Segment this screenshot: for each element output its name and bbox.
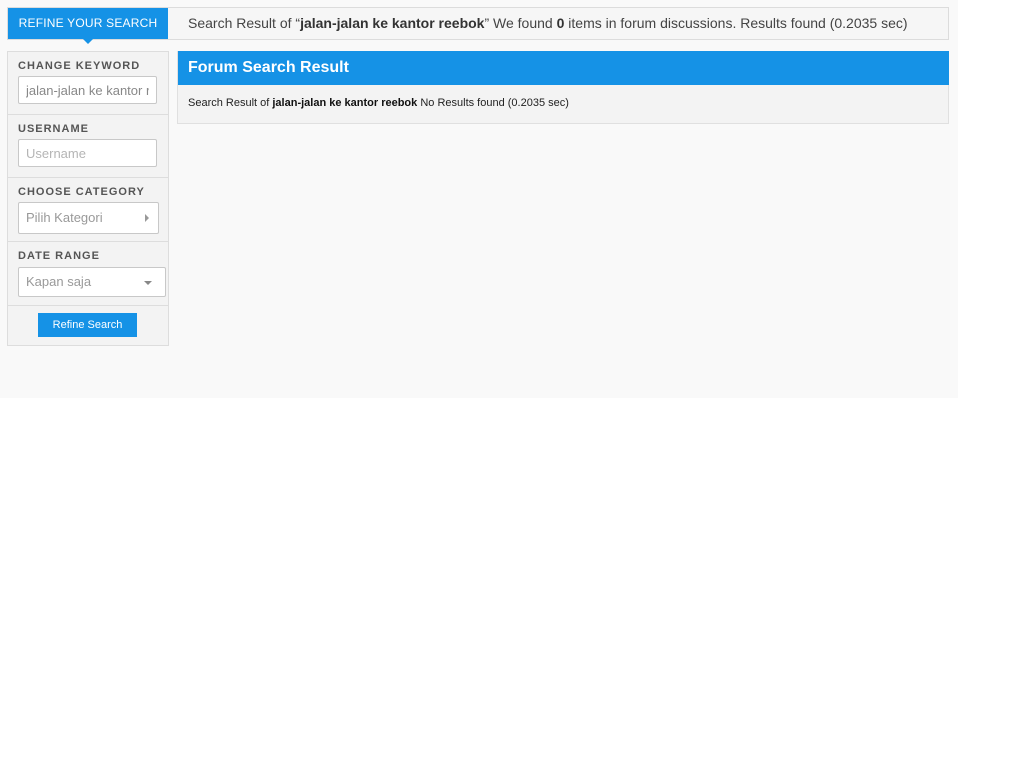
results-prefix: Search Result of [188, 97, 273, 109]
date-range-label: DATE RANGE [18, 250, 100, 262]
results-status-line: Search Result of jalan-jalan ke kantor r… [188, 97, 569, 109]
username-label: USERNAME [18, 123, 89, 135]
date-range-filter-group: DATE RANGE Kapan saja [8, 242, 168, 306]
category-select[interactable]: Pilih Kategori [18, 202, 159, 234]
category-filter-group: CHOOSE CATEGORY Pilih Kategori [8, 178, 168, 242]
refine-your-search-tab[interactable]: REFINE YOUR SEARCH [8, 8, 168, 44]
summary-keyword: jalan-jalan ke kantor reebok [300, 15, 485, 31]
keyword-input[interactable] [18, 76, 157, 104]
date-range-select[interactable]: Kapan saja [18, 267, 166, 297]
summary-prefix: Search Result of “ [188, 15, 301, 31]
username-input[interactable] [18, 139, 157, 167]
search-summary-text: Search Result of “jalan-jalan ke kantor … [188, 8, 908, 39]
results-status: No Results found (0.2035 sec) [417, 97, 569, 109]
chevron-down-icon [144, 281, 152, 285]
refine-search-button[interactable]: Refine Search [38, 313, 137, 337]
search-page: REFINE YOUR SEARCH Search Result of “jal… [0, 0, 958, 398]
forum-results-panel: Forum Search Result Search Result of jal… [177, 51, 949, 124]
choose-category-label: CHOOSE CATEGORY [18, 186, 145, 198]
summary-middle: ” We found [484, 15, 557, 31]
summary-suffix: items in forum discussions. Results foun… [564, 15, 908, 31]
results-title: Forum Search Result [178, 51, 949, 85]
search-summary-bar: REFINE YOUR SEARCH Search Result of “jal… [7, 7, 949, 44]
username-filter-group: USERNAME [8, 115, 168, 178]
category-select-value: Pilih Kategori [26, 210, 103, 225]
chevron-right-icon [145, 214, 149, 222]
keyword-filter-group: CHANGE KEYWORD [8, 52, 168, 115]
change-keyword-label: CHANGE KEYWORD [18, 60, 141, 72]
date-range-select-value: Kapan saja [26, 274, 92, 289]
refine-sidebar: CHANGE KEYWORD USERNAME CHOOSE CATEGORY … [7, 51, 169, 346]
results-keyword: jalan-jalan ke kantor reebok [272, 97, 418, 109]
